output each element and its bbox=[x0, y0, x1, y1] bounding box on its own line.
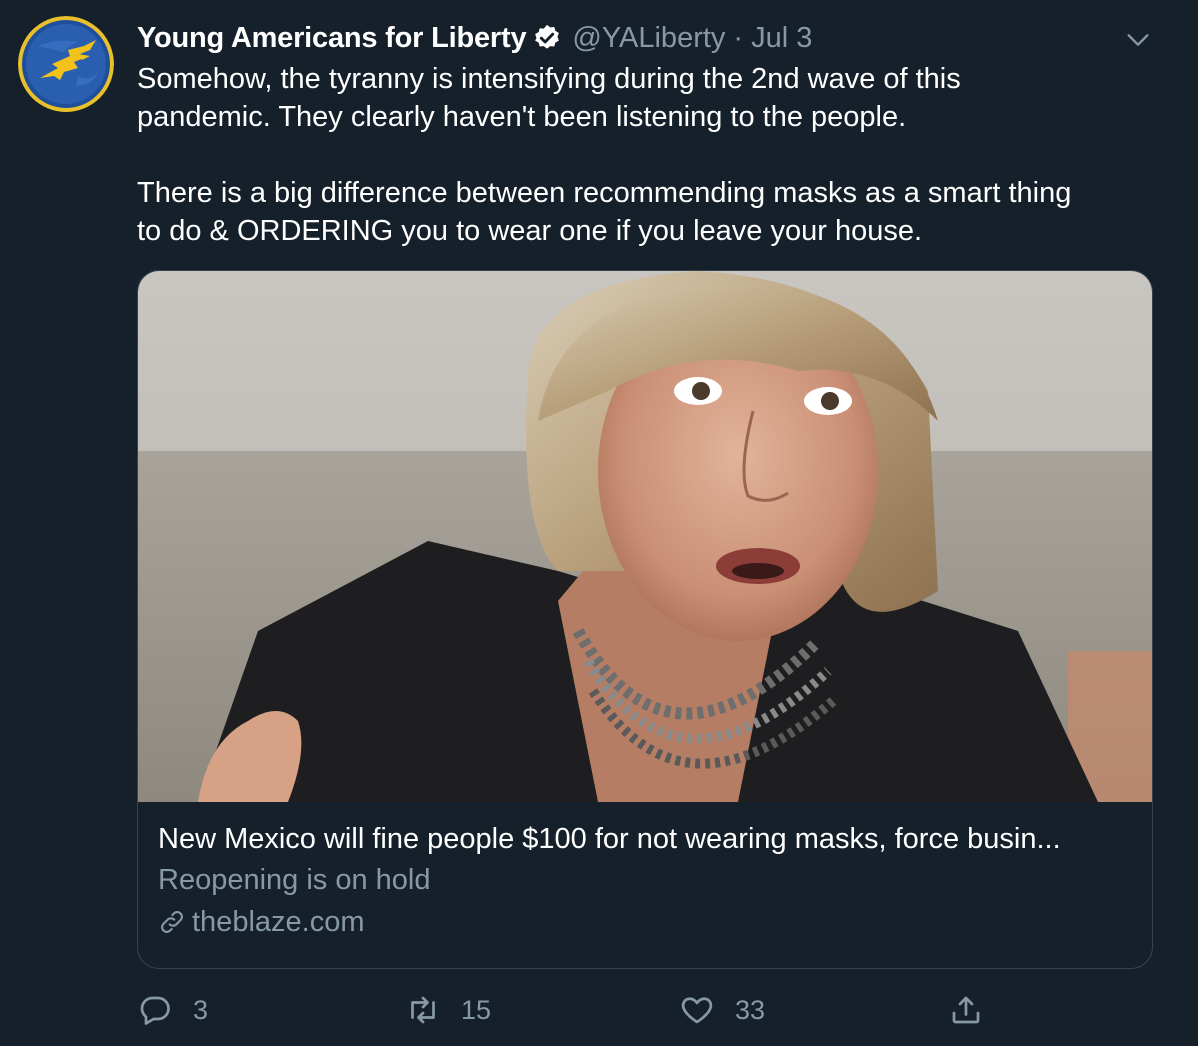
card-meta: New Mexico will fine people $100 for not… bbox=[158, 819, 1138, 943]
chevron-down-icon[interactable] bbox=[1124, 26, 1152, 54]
display-name[interactable]: Young Americans for Liberty bbox=[137, 22, 527, 55]
like-button[interactable]: 33 bbox=[679, 988, 765, 1032]
yal-eagle-logo bbox=[18, 16, 114, 112]
share-icon bbox=[952, 996, 980, 1024]
verified-badge-icon bbox=[535, 24, 560, 49]
user-handle[interactable]: @YALiberty bbox=[572, 22, 725, 55]
link-icon bbox=[161, 911, 183, 933]
reply-button[interactable]: 3 bbox=[137, 988, 208, 1032]
like-count: 33 bbox=[735, 994, 766, 1025]
tweet-timestamp[interactable]: Jul 3 bbox=[751, 22, 812, 55]
retweet-button[interactable]: 15 bbox=[405, 988, 491, 1032]
tweet-paragraph: Somehow, the tyranny is intensifying dur… bbox=[137, 63, 961, 133]
separator-dot: · bbox=[733, 21, 744, 54]
tweet-actions: 3 15 33 bbox=[137, 988, 1157, 1032]
card-image bbox=[138, 271, 1152, 802]
avatar[interactable] bbox=[18, 16, 114, 112]
card-description: Reopening is on hold bbox=[158, 864, 431, 896]
share-button[interactable] bbox=[948, 988, 984, 1032]
card-photo bbox=[138, 271, 1152, 802]
tweet[interactable]: Young Americans for Liberty @YALiberty ·… bbox=[0, 0, 1198, 1046]
tweet-text: Somehow, the tyranny is intensifying dur… bbox=[137, 60, 1147, 250]
card-title[interactable]: New Mexico will fine people $100 for not… bbox=[158, 819, 1138, 859]
retweet-count: 15 bbox=[461, 994, 492, 1025]
card-domain: theblaze.com bbox=[158, 901, 1138, 943]
heart-icon bbox=[681, 997, 713, 1024]
tweet-paragraph: There is a big difference between recomm… bbox=[137, 177, 1072, 247]
retweet-icon bbox=[411, 996, 435, 1024]
reply-icon bbox=[140, 996, 170, 1025]
card-domain-text: theblaze.com bbox=[192, 906, 365, 938]
tweet-header: Young Americans for Liberty @YALiberty ·… bbox=[137, 18, 812, 58]
reply-count: 3 bbox=[193, 994, 209, 1025]
link-card[interactable]: New Mexico will fine people $100 for not… bbox=[137, 270, 1153, 969]
